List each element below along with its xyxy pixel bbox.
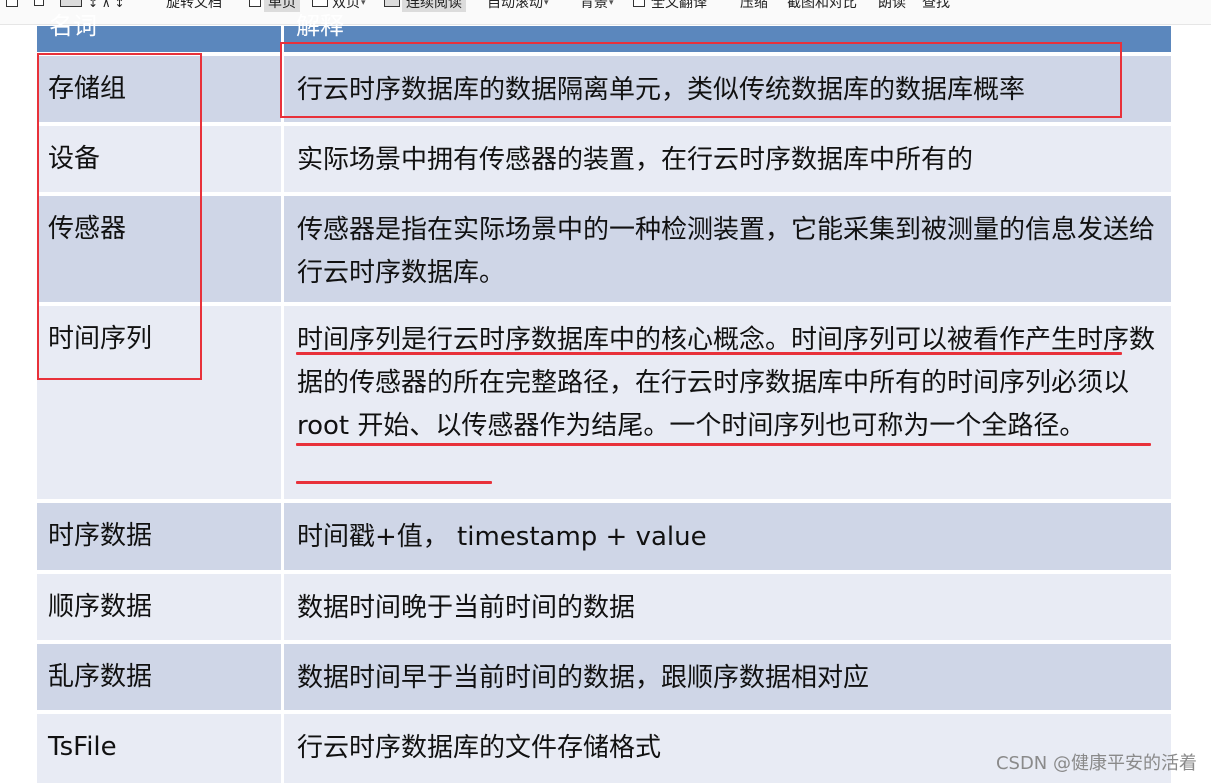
desc-cell: 时间序列是行云时序数据库中的核心概念。时间序列可以被看作产生时序数据的传感器的所… (284, 306, 1171, 499)
term-text: TsFile (48, 732, 117, 762)
term-text: 存储组 (48, 74, 127, 104)
desc-text: 实际场景中拥有传感器的装置，在行云时序数据库中所有的 (297, 145, 974, 175)
term-cell: 顺序数据 (37, 574, 281, 640)
page-view-icon[interactable] (6, 0, 18, 7)
table-row: 乱序数据 数据时间早于当前时间的数据，跟顺序数据相对应 (37, 644, 1171, 710)
toolbar-continuous-read[interactable]: 连续阅读 (402, 0, 466, 12)
toolbar-auto-scroll[interactable]: 自动滚动▾ (487, 0, 549, 12)
chevron-down-icon: ▾ (361, 0, 366, 8)
continuous-read-icon (384, 0, 400, 7)
toolbar-double-page[interactable]: 双页▾ (332, 0, 366, 12)
chevron-down-icon: ▾ (544, 0, 549, 8)
term-text: 设备 (48, 144, 101, 174)
term-cell: TsFile (37, 714, 281, 783)
toolbar-background[interactable]: 背景▾ (580, 0, 614, 12)
table-row: 顺序数据 数据时间晚于当前时间的数据 (37, 574, 1171, 640)
desc-text: 数据时间早于当前时间的数据，跟顺序数据相对应 (297, 663, 870, 693)
term-cell: 乱序数据 (37, 644, 281, 710)
term-text: 时序数据 (48, 521, 153, 551)
term-text: 传感器 (48, 214, 127, 244)
desc-cell: 数据时间早于当前时间的数据，跟顺序数据相对应 (284, 644, 1171, 710)
desc-text: 时间戳+值， timestamp + value (297, 522, 707, 552)
toolbar-read-aloud[interactable]: 朗读 (878, 0, 906, 12)
header-term-label: 名词 (49, 12, 97, 40)
double-page-mode-icon (312, 0, 328, 7)
term-text: 乱序数据 (48, 662, 153, 692)
table-row: 时间序列 时间序列是行云时序数据库中的核心概念。时间序列可以被看作产生时序数据的… (37, 306, 1171, 499)
table-row: 传感器 传感器是指在实际场景中的一种检测装置，它能采集到被测量的信息发送给行云时… (37, 196, 1171, 302)
term-cell: 时间序列 (37, 306, 281, 499)
header-cell-term: 名词 (37, 12, 281, 52)
header-cell-desc: 解释 (284, 12, 1171, 52)
desc-cell: 传感器是指在实际场景中的一种检测装置，它能采集到被测量的信息发送给行云时序数据库… (284, 196, 1171, 302)
header-desc-label: 解释 (296, 12, 344, 40)
toolbar-screenshot-compare[interactable]: 截图和对比 (787, 0, 857, 12)
toolbar-rotate-document[interactable]: 旋转文档 (166, 0, 222, 12)
fit-width-icon[interactable] (60, 0, 82, 7)
table-header: 名词 解释 (37, 12, 1171, 52)
table-row: 设备 实际场景中拥有传感器的装置，在行云时序数据库中所有的 (37, 126, 1171, 192)
chevron-down-icon: ▾ (609, 0, 614, 8)
term-cell: 设备 (37, 126, 281, 192)
term-text: 顺序数据 (48, 592, 153, 622)
desc-cell: 时间戳+值， timestamp + value (284, 503, 1171, 570)
translate-icon (633, 0, 645, 7)
csdn-watermark: CSDN @健康平安的活着 (995, 753, 1197, 774)
desc-text: 时间序列是行云时序数据库中的核心概念。时间序列可以被看作产生时序数据的传感器的所… (297, 325, 1156, 441)
reader-toolbar: ↕ ∧ ↕ 旋转文档 单页 双页▾ 连续阅读 自动滚动▾ 背景▾ 全文翻译 压缩… (0, 0, 1211, 25)
term-cell: 传感器 (37, 196, 281, 302)
single-page-icon[interactable] (34, 0, 44, 6)
scroll-arrows-icon[interactable]: ↕ ∧ ↕ (88, 0, 125, 12)
toolbar-compress[interactable]: 压缩 (740, 0, 768, 12)
table-row: 存储组 行云时序数据库的数据隔离单元，类似传统数据库的数据库概率 (37, 56, 1171, 122)
desc-text: 行云时序数据库的数据隔离单元，类似传统数据库的数据库概率 (297, 75, 1026, 105)
toolbar-single-page[interactable]: 单页 (264, 0, 300, 12)
desc-cell: 实际场景中拥有传感器的装置，在行云时序数据库中所有的 (284, 126, 1171, 192)
single-page-mode-icon (249, 0, 261, 7)
desc-cell: 数据时间晚于当前时间的数据 (284, 574, 1171, 640)
table-row: 时序数据 时间戳+值， timestamp + value (37, 503, 1171, 570)
desc-cell: 行云时序数据库的数据隔离单元，类似传统数据库的数据库概率 (284, 56, 1171, 122)
term-cell: 时序数据 (37, 503, 281, 570)
toolbar-full-translate[interactable]: 全文翻译 (651, 0, 707, 12)
term-cell: 存储组 (37, 56, 281, 122)
desc-text: 数据时间晚于当前时间的数据 (297, 593, 636, 623)
term-text: 时间序列 (48, 324, 153, 354)
desc-text: 传感器是指在实际场景中的一种检测装置，它能采集到被测量的信息发送给行云时序数据库… (297, 215, 1156, 288)
toolbar-find[interactable]: 查找 (922, 0, 950, 12)
